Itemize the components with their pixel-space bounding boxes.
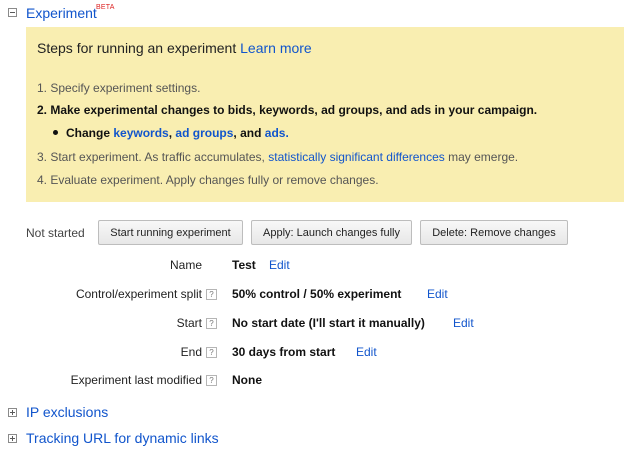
step-2-substep: Change keywords, ad groups, and ads.: [53, 126, 289, 140]
substep-and: , and: [233, 126, 262, 140]
start-value: No start date (I'll start it manually): [232, 316, 425, 330]
split-value: 50% control / 50% experiment: [232, 287, 402, 301]
name-value: Test: [232, 258, 256, 272]
step-3-text: 3. Start experiment. As traffic accumula…: [37, 150, 265, 164]
bullet-icon: [53, 130, 58, 136]
steps-heading: Steps for running an experiment Learn mo…: [37, 40, 312, 56]
expand-ip-exclusions-icon[interactable]: [8, 408, 17, 417]
experiment-settings-page: Experiment BETA Steps for running an exp…: [0, 0, 624, 466]
edit-name-link[interactable]: Edit: [269, 258, 290, 272]
split-label: Control/experiment split: [75, 287, 202, 301]
experiment-status: Not started: [26, 226, 85, 240]
step-4: 4. Evaluate experiment. Apply changes fu…: [37, 173, 379, 187]
last-modified-help-icon[interactable]: ?: [206, 375, 217, 386]
end-help-icon[interactable]: ?: [206, 347, 217, 358]
apply-changes-button[interactable]: Apply: Launch changes fully: [251, 220, 412, 245]
edit-start-link[interactable]: Edit: [453, 316, 474, 330]
step-1: 1. Specify experiment settings.: [37, 81, 201, 95]
steps-heading-text: Steps for running an experiment: [37, 40, 237, 56]
substep-comma: ,: [168, 126, 173, 140]
step-3: 3. Start experiment. As traffic accumula…: [37, 150, 518, 164]
end-value: 30 days from start: [232, 345, 336, 359]
delete-changes-button[interactable]: Delete: Remove changes: [420, 220, 568, 245]
name-label: Name: [169, 258, 202, 272]
end-label: End: [180, 345, 202, 359]
tracking-url-link[interactable]: Tracking URL for dynamic links: [26, 430, 219, 446]
substep-period: .: [285, 126, 289, 140]
experiment-steps-panel: Steps for running an experiment Learn mo…: [26, 27, 624, 202]
ad-groups-link[interactable]: ad groups: [175, 126, 233, 140]
last-modified-label: Experiment last modified: [70, 373, 202, 387]
start-experiment-button[interactable]: Start running experiment: [98, 220, 243, 245]
substep-prefix: Change: [66, 126, 111, 140]
edit-end-link[interactable]: Edit: [356, 345, 377, 359]
collapse-minus-icon[interactable]: [8, 8, 17, 17]
experiment-section-title[interactable]: Experiment: [26, 5, 97, 21]
step-3-text-end: may emerge.: [448, 150, 519, 164]
last-modified-value: None: [232, 373, 262, 387]
learn-more-link[interactable]: Learn more: [240, 40, 312, 56]
start-help-icon[interactable]: ?: [206, 318, 217, 329]
ip-exclusions-link[interactable]: IP exclusions: [26, 404, 108, 420]
edit-split-link[interactable]: Edit: [427, 287, 448, 301]
step-2: 2. Make experimental changes to bids, ke…: [37, 103, 538, 117]
start-label: Start: [176, 316, 202, 330]
expand-tracking-url-icon[interactable]: [8, 434, 17, 443]
ads-link[interactable]: ads: [265, 126, 286, 140]
split-help-icon[interactable]: ?: [206, 289, 217, 300]
beta-badge: BETA: [96, 4, 115, 11]
statistical-significance-link[interactable]: statistically significant differences: [268, 150, 445, 164]
keywords-link[interactable]: keywords: [113, 126, 168, 140]
